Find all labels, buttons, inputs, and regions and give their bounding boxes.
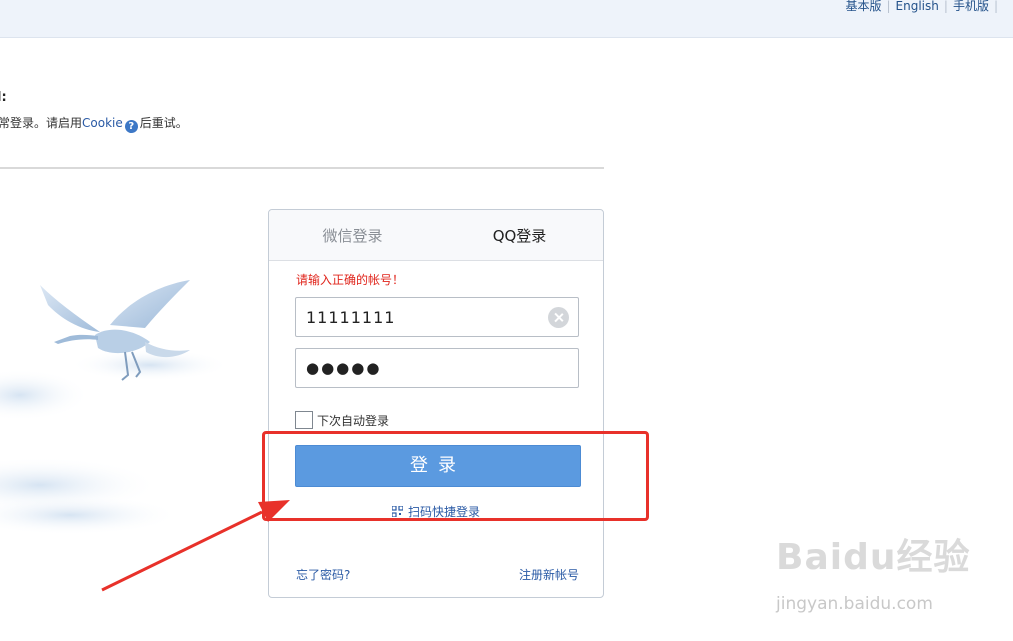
register-link[interactable]: 注册新帐号 xyxy=(519,566,579,583)
help-icon[interactable]: ? xyxy=(124,120,138,133)
annotation-highlight-box xyxy=(262,431,649,521)
clear-icon[interactable] xyxy=(548,307,569,328)
forgot-password-link[interactable]: 忘了密码? xyxy=(296,566,350,583)
watermark-brand: Baidu经验 xyxy=(776,537,971,578)
notice-title: l: xyxy=(0,90,7,105)
auto-login-label: 下次自动登录 xyxy=(317,414,390,428)
error-message: 请输入正确的帐号！ xyxy=(296,273,405,287)
cookie-notice: 常登录。请启用Cookie? 后重试。 xyxy=(0,114,188,133)
auto-login-option[interactable]: 下次自动登录 xyxy=(295,411,389,429)
baidu-watermark: Baidu经验 jingyan.baidu.com xyxy=(776,528,969,622)
tab-wechat-login[interactable]: 微信登录 xyxy=(269,210,436,260)
crane-illustration xyxy=(0,280,230,535)
top-bar: 基本版 | English | 手机版 | xyxy=(0,0,1013,38)
tab-qq-login[interactable]: QQ登录 xyxy=(436,210,603,260)
checkbox-icon[interactable] xyxy=(295,411,313,429)
watermark-url: jingyan.baidu.com xyxy=(776,594,933,614)
account-input[interactable] xyxy=(306,298,536,336)
separator: | xyxy=(993,0,998,13)
login-panel: 微信登录 QQ登录 请输入正确的帐号！ 下次自动登录 登录 扫码快捷登录 忘了密… xyxy=(268,209,604,598)
basic-version-link[interactable]: 基本版 xyxy=(845,0,881,13)
cookie-link[interactable]: Cookie xyxy=(82,116,123,130)
english-link[interactable]: English xyxy=(896,0,939,13)
divider xyxy=(0,167,604,169)
separator: | xyxy=(943,0,948,13)
separator: | xyxy=(886,0,891,13)
mobile-version-link[interactable]: 手机版 xyxy=(953,0,989,13)
top-links: 基本版 | English | 手机版 | xyxy=(845,0,1003,14)
notice-text-after: 后重试。 xyxy=(139,116,188,130)
login-tabs: 微信登录 QQ登录 xyxy=(269,210,603,261)
account-field xyxy=(295,297,579,337)
password-field xyxy=(295,348,579,388)
notice-text-before: 常登录。请启用 xyxy=(0,116,83,130)
password-input[interactable] xyxy=(306,349,536,387)
